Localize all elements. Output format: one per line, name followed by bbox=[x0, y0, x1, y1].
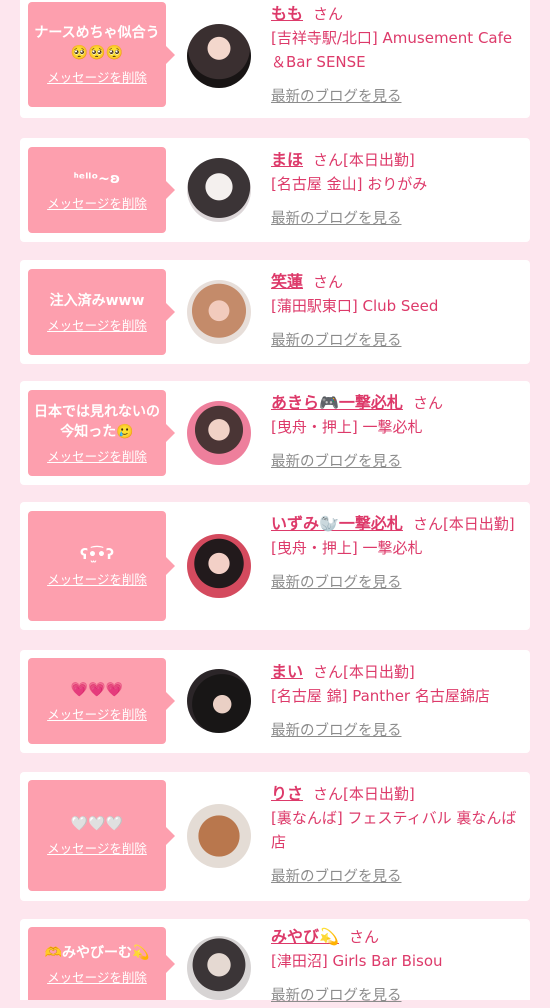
shop-name: [津田沼] Girls Bar Bisou bbox=[271, 952, 443, 970]
shop-name: [裏なんば] フェスティバル 裏なんば店 bbox=[271, 809, 517, 851]
delete-message-link[interactable]: メッセージを削除 bbox=[47, 70, 147, 86]
latest-blog-link[interactable]: 最新のブログを見る bbox=[271, 575, 402, 591]
avatar[interactable] bbox=[187, 24, 251, 88]
cast-name-link[interactable]: まい bbox=[271, 662, 303, 681]
cast-name-link[interactable]: いずみ🦭一撃必札 bbox=[271, 514, 403, 533]
message-card: 注入済みwww メッセージを削除 笑蓮 さん [蒲田駅東口] Club Seed … bbox=[20, 260, 530, 364]
delete-message-link[interactable]: メッセージを削除 bbox=[47, 707, 147, 723]
honorific: さん bbox=[313, 273, 344, 291]
message-card: ʕ•̫͡•ʔ メッセージを削除 いずみ🦭一撃必札 さん[本日出勤] [曳舟・押上]… bbox=[20, 502, 530, 630]
cast-info: もも さん [吉祥寺駅/北口] Amusement Cafe＆Bar SENSE … bbox=[271, 2, 520, 109]
message-text: 🫶みやびーむ💫 bbox=[44, 945, 150, 961]
message-text: ナースめちゃ似合う🥺🥺🥺 bbox=[34, 25, 160, 61]
message-text: 注入済みwww bbox=[49, 292, 145, 309]
avatar[interactable] bbox=[187, 158, 251, 222]
message-card: 🫶みやびーむ💫 メッセージを削除 みやび💫 さん [津田沼] Girls Bar … bbox=[20, 919, 530, 1004]
shop-name: [曳舟・押上] 一撃必札 bbox=[271, 418, 423, 436]
message-text: 🤍🤍🤍 bbox=[70, 816, 124, 832]
message-bubble: 日本では見れないの今知った🥲 メッセージを削除 bbox=[28, 390, 175, 476]
latest-blog-link[interactable]: 最新のブログを見る bbox=[271, 454, 402, 470]
message-text: 日本では見れないの今知った🥲 bbox=[34, 403, 160, 440]
cast-info: まほ さん[本日出勤] [名古屋 金山] おりがみ 最新のブログを見る bbox=[271, 148, 520, 231]
cast-info: まい さん[本日出勤] [名古屋 錦] Panther 名古屋錦店 最新のブログを… bbox=[271, 660, 520, 743]
attendance-badge: [本日出勤] bbox=[343, 151, 415, 169]
delete-message-link[interactable]: メッセージを削除 bbox=[47, 970, 147, 986]
delete-message-link[interactable]: メッセージを削除 bbox=[47, 449, 147, 465]
avatar[interactable] bbox=[187, 401, 251, 465]
message-text: ʕ•̫͡•ʔ bbox=[80, 546, 114, 563]
honorific: さん bbox=[348, 928, 379, 946]
shop-name: [名古屋 錦] Panther 名古屋錦店 bbox=[271, 687, 490, 705]
message-bubble: ᑋᵉˡˡᵒ~ʚ メッセージを削除 bbox=[28, 147, 175, 233]
delete-message-link[interactable]: メッセージを削除 bbox=[47, 841, 147, 857]
avatar[interactable] bbox=[187, 669, 251, 733]
latest-blog-link[interactable]: 最新のブログを見る bbox=[271, 988, 402, 1004]
honorific: さん bbox=[313, 5, 344, 23]
attendance-badge: [本日出勤] bbox=[343, 663, 415, 681]
latest-blog-link[interactable]: 最新のブログを見る bbox=[271, 89, 402, 105]
latest-blog-link[interactable]: 最新のブログを見る bbox=[271, 723, 402, 739]
message-bubble: ʕ•̫͡•ʔ メッセージを削除 bbox=[28, 511, 175, 621]
message-bubble: 🤍🤍🤍 メッセージを削除 bbox=[28, 780, 175, 891]
delete-message-link[interactable]: メッセージを削除 bbox=[47, 196, 147, 212]
message-text: ᑋᵉˡˡᵒ~ʚ bbox=[73, 170, 121, 187]
shop-name: [曳舟・押上] 一撃必札 bbox=[271, 539, 423, 557]
avatar[interactable] bbox=[187, 534, 251, 598]
cast-info: みやび💫 さん [津田沼] Girls Bar Bisou 最新のブログを見る bbox=[271, 925, 520, 1008]
message-bubble: 💗💗💗 メッセージを削除 bbox=[28, 658, 175, 744]
delete-message-link[interactable]: メッセージを削除 bbox=[47, 572, 147, 588]
message-card: ᑋᵉˡˡᵒ~ʚ メッセージを削除 まほ さん[本日出勤] [名古屋 金山] おりが… bbox=[20, 138, 530, 242]
message-text: 💗💗💗 bbox=[70, 681, 124, 698]
honorific: さん bbox=[313, 785, 344, 803]
honorific: さん bbox=[313, 151, 344, 169]
shop-name: [名古屋 金山] おりがみ bbox=[271, 175, 428, 193]
cast-name-link[interactable]: あきら🎮一撃必札 bbox=[271, 393, 403, 412]
avatar[interactable] bbox=[187, 804, 251, 868]
attendance-badge: [本日出勤] bbox=[343, 785, 415, 803]
message-card: 💗💗💗 メッセージを削除 まい さん[本日出勤] [名古屋 錦] Panther … bbox=[20, 650, 530, 753]
cast-info: あきら🎮一撃必札 さん [曳舟・押上] 一撃必札 最新のブログを見る bbox=[271, 391, 520, 474]
latest-blog-link[interactable]: 最新のブログを見る bbox=[271, 333, 402, 349]
message-card: 🤍🤍🤍 メッセージを削除 りさ さん[本日出勤] [裏なんば] フェスティバル 裏… bbox=[20, 772, 530, 901]
shop-name: [吉祥寺駅/北口] Amusement Cafe＆Bar SENSE bbox=[271, 29, 513, 71]
message-card: 日本では見れないの今知った🥲 メッセージを削除 あきら🎮一撃必札 さん [曳舟・押… bbox=[20, 381, 530, 485]
cast-name-link[interactable]: みやび💫 bbox=[271, 927, 339, 946]
cast-name-link[interactable]: もも bbox=[271, 4, 303, 23]
cast-name-link[interactable]: まほ bbox=[271, 150, 303, 169]
delete-message-link[interactable]: メッセージを削除 bbox=[47, 318, 147, 334]
latest-blog-link[interactable]: 最新のブログを見る bbox=[271, 869, 402, 885]
honorific: さん bbox=[313, 663, 344, 681]
message-bubble: 🫶みやびーむ💫 メッセージを削除 bbox=[28, 927, 175, 1000]
message-bubble: 注入済みwww メッセージを削除 bbox=[28, 269, 175, 355]
cast-info: いずみ🦭一撃必札 さん[本日出勤] [曳舟・押上] 一撃必札 最新のブログを見る bbox=[271, 512, 520, 595]
cast-name-link[interactable]: 笑蓮 bbox=[271, 272, 303, 291]
avatar[interactable] bbox=[187, 280, 251, 344]
honorific: さん bbox=[412, 394, 443, 412]
cast-info: りさ さん[本日出勤] [裏なんば] フェスティバル 裏なんば店 最新のブログを見… bbox=[271, 782, 520, 889]
honorific: さん bbox=[412, 515, 443, 533]
cast-name-link[interactable]: りさ bbox=[271, 784, 303, 803]
message-card: ナースめちゃ似合う🥺🥺🥺 メッセージを削除 もも さん [吉祥寺駅/北口] Amu… bbox=[20, 0, 530, 118]
avatar[interactable] bbox=[187, 936, 251, 1000]
message-bubble: ナースめちゃ似合う🥺🥺🥺 メッセージを削除 bbox=[28, 2, 175, 107]
shop-name: [蒲田駅東口] Club Seed bbox=[271, 297, 439, 315]
cast-info: 笑蓮 さん [蒲田駅東口] Club Seed 最新のブログを見る bbox=[271, 270, 520, 353]
attendance-badge: [本日出勤] bbox=[442, 515, 515, 533]
latest-blog-link[interactable]: 最新のブログを見る bbox=[271, 211, 402, 227]
